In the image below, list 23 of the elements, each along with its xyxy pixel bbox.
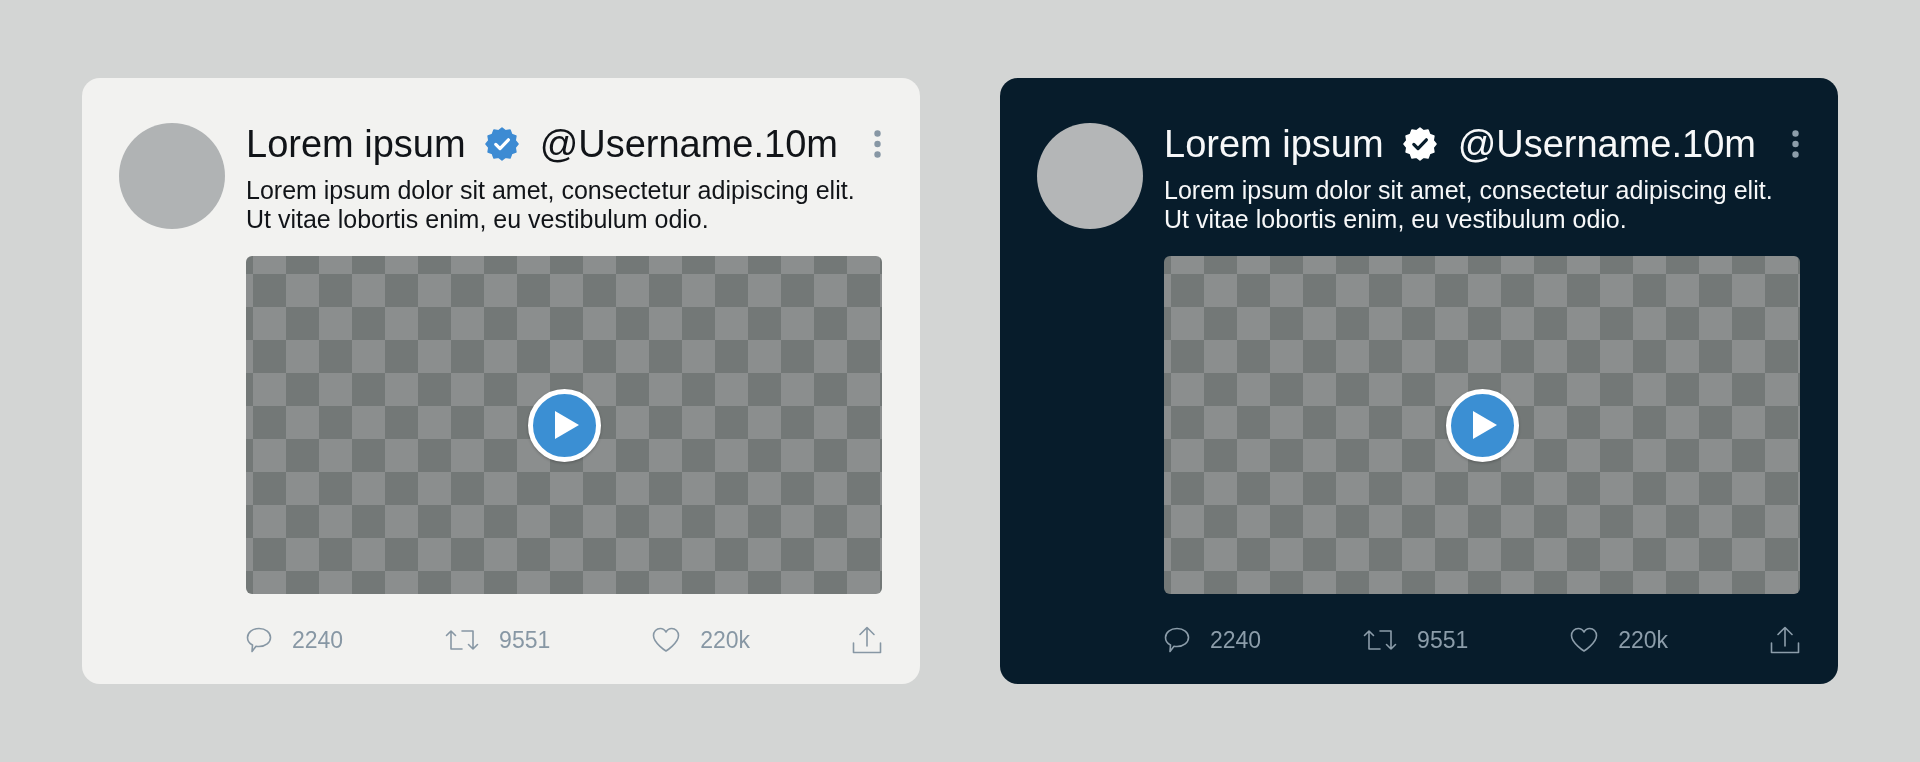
author-name: Lorem ipsum	[246, 125, 466, 163]
heart-icon	[652, 627, 681, 653]
repeat-arrows-icon	[445, 628, 480, 652]
repost-button[interactable]: 9551	[1363, 625, 1469, 655]
speech-bubble-icon	[246, 627, 272, 653]
like-button[interactable]: 220k	[1570, 625, 1669, 655]
share-icon	[1770, 626, 1800, 654]
share-icon	[852, 626, 882, 654]
more-button[interactable]	[1792, 130, 1799, 158]
reply-button[interactable]: 2240	[1164, 625, 1262, 655]
heart-icon	[1570, 627, 1599, 653]
more-icon	[874, 130, 881, 158]
post-text: Lorem ipsum dolor sit amet, consectetur adipiscing elit. Ut vitae lobortis enim, eu vestibulum odio.	[1164, 176, 1774, 234]
play-icon	[1472, 411, 1497, 439]
username-text: @Username.10m	[539, 125, 838, 163]
post-text: Lorem ipsum dolor sit amet, consectetur adipiscing elit. Ut vitae lobortis enim, eu vestibulum odio.	[246, 176, 856, 234]
repeat-arrows-icon	[1363, 628, 1398, 652]
more-icon	[1792, 130, 1799, 158]
play-icon	[554, 411, 579, 439]
speech-bubble-icon	[1164, 627, 1190, 653]
share-button[interactable]	[1770, 626, 1800, 654]
author-name: Lorem ipsum	[1164, 125, 1384, 163]
username-text: @Username.10m	[1457, 125, 1756, 163]
